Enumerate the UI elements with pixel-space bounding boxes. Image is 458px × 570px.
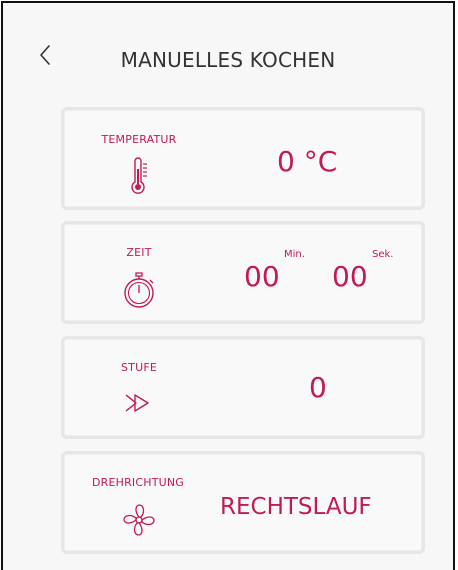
thermometer-icon bbox=[104, 156, 174, 196]
time-minutes-unit: Min. bbox=[284, 249, 305, 260]
time-seconds-unit: Sek. bbox=[372, 249, 394, 260]
temperature-value: 0 °C bbox=[277, 145, 338, 178]
app-frame: MANUELLES KOCHEN TEMPERATUR 0 °C ZEIT 00… bbox=[1, 1, 455, 570]
temperature-label: TEMPERATUR bbox=[101, 133, 177, 146]
direction-card[interactable]: DREHRICHTUNG RECHTSLAUF bbox=[61, 451, 425, 554]
stopwatch-icon bbox=[104, 270, 174, 310]
speed-value: 0 bbox=[309, 371, 327, 404]
page-title: MANUELLES KOCHEN bbox=[120, 48, 336, 72]
header: MANUELLES KOCHEN bbox=[3, 3, 453, 75]
time-card[interactable]: ZEIT 00 Min. 00 Sek. bbox=[61, 221, 425, 324]
time-label: ZEIT bbox=[126, 246, 152, 259]
direction-value: RECHTSLAUF bbox=[220, 494, 372, 520]
speed-card[interactable]: STUFE 0 bbox=[61, 336, 425, 439]
fast-forward-icon bbox=[104, 383, 174, 423]
time-minutes-value: 00 bbox=[244, 260, 280, 293]
speed-label: STUFE bbox=[120, 361, 158, 374]
direction-label: DREHRICHTUNG bbox=[91, 476, 185, 489]
time-seconds-value: 00 bbox=[332, 260, 368, 293]
fan-icon bbox=[104, 500, 174, 540]
temperature-card[interactable]: TEMPERATUR 0 °C bbox=[61, 107, 425, 210]
